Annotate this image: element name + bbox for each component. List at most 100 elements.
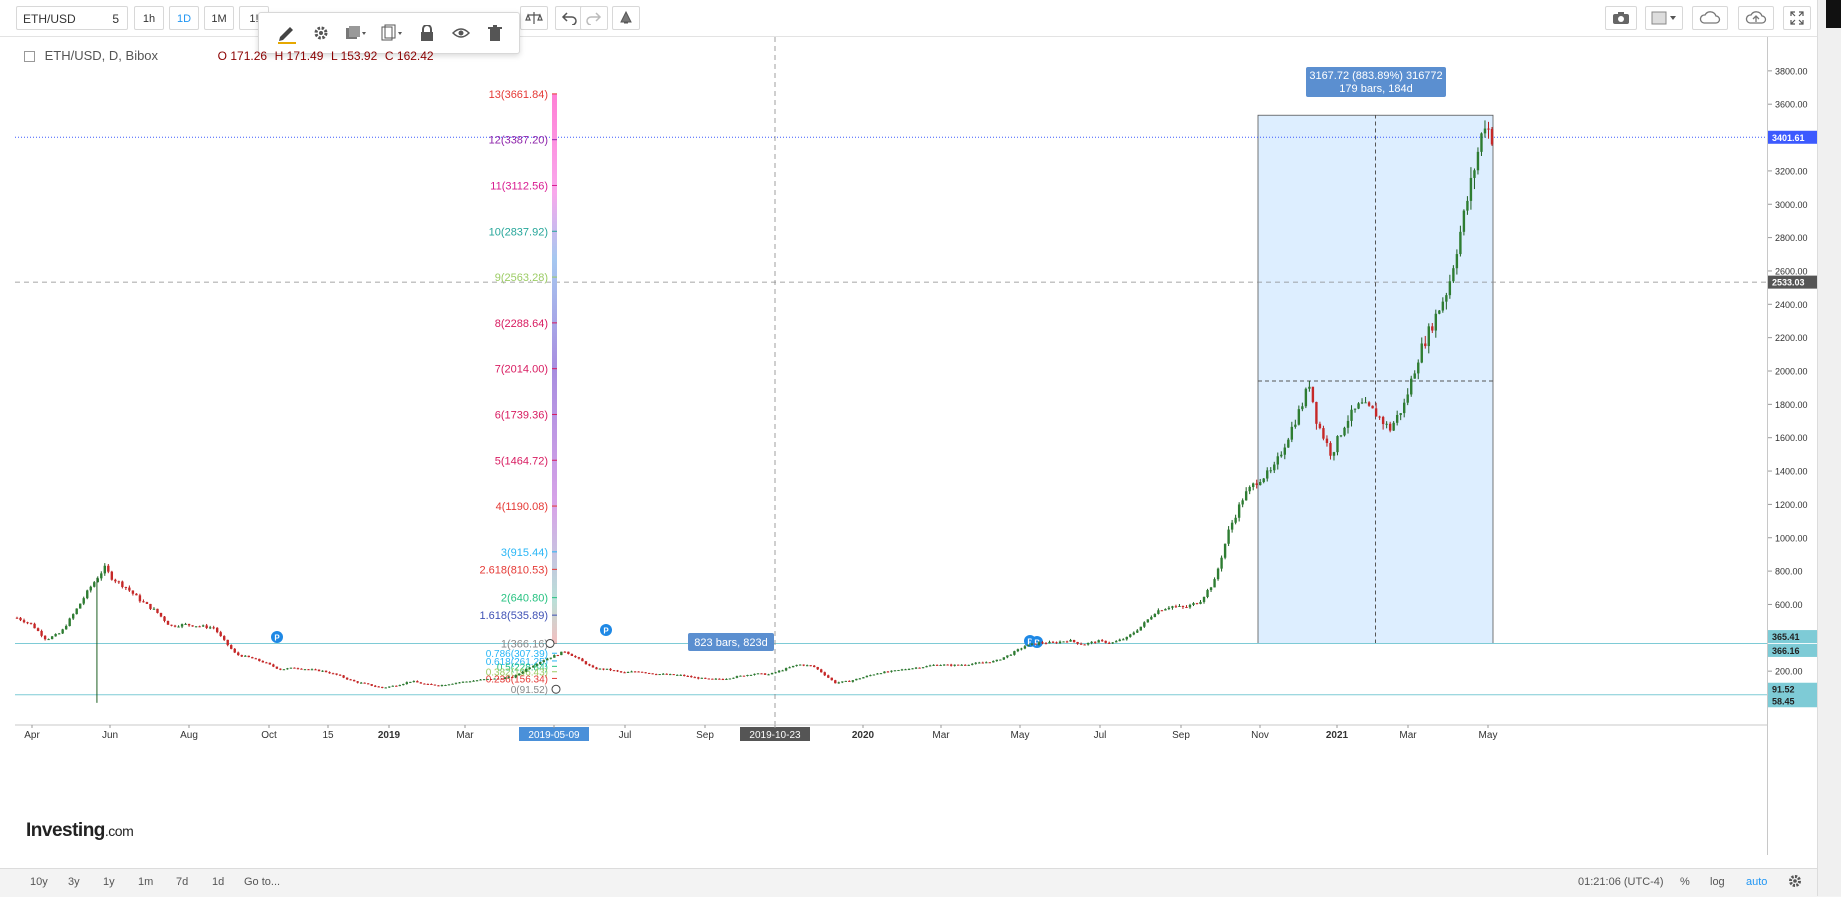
candle-body (798, 664, 802, 666)
candle-body (447, 684, 451, 686)
cloud-load-icon[interactable] (1692, 6, 1728, 30)
fib-handle-top (545, 638, 555, 648)
candle-body (619, 671, 623, 673)
candle-body (440, 685, 444, 687)
candle-body (616, 670, 619, 672)
fib-level-label: 9(2563.28) (495, 272, 548, 284)
range-1m[interactable]: 1m (138, 876, 153, 888)
candle-body (286, 668, 289, 670)
y-axis-label: 600.00 (1775, 600, 1803, 610)
candle-body (1202, 596, 1206, 602)
candle-body (813, 665, 816, 668)
interval-1m-button[interactable]: 1M (204, 6, 234, 30)
settings-icon[interactable] (1787, 873, 1803, 892)
candle-body (233, 648, 236, 653)
candle-body (1269, 470, 1272, 472)
candle-body (1266, 470, 1269, 479)
candle-body (194, 626, 198, 628)
candle-body (1188, 604, 1192, 608)
candle-body (770, 672, 774, 675)
fib-level-label: 12(3387.20) (489, 135, 548, 147)
chart-style-icon[interactable] (1645, 6, 1683, 30)
candle-body (359, 682, 363, 684)
compare-icon[interactable] (520, 6, 548, 30)
candle-body (510, 676, 514, 678)
fullscreen-icon[interactable] (1783, 6, 1811, 30)
candle-body (416, 681, 419, 683)
goto-button[interactable]: Go to... (244, 876, 280, 888)
candle-body (71, 614, 75, 619)
y-axis-label: 200.00 (1775, 667, 1803, 677)
interval-1d-button[interactable]: 1D (169, 6, 199, 30)
candle-body (381, 686, 384, 688)
candle-body (525, 668, 528, 672)
candle-body (1216, 568, 1220, 580)
candle-body (1304, 388, 1308, 407)
screenshot-icon[interactable] (1605, 6, 1637, 30)
alert-icon[interactable] (612, 6, 640, 30)
candle-body (377, 686, 380, 688)
candle-body (1178, 605, 1181, 607)
candle-body (816, 667, 819, 670)
candle-body (978, 662, 981, 664)
candle-body (489, 678, 493, 680)
candle-body (1167, 607, 1171, 609)
candle-body (1410, 378, 1413, 395)
candle-body (514, 675, 517, 678)
candle-body (1171, 606, 1174, 608)
range-1y[interactable]: 1y (103, 876, 115, 888)
candle-body (1462, 210, 1466, 232)
candle-body (728, 678, 732, 680)
log-toggle[interactable]: log (1710, 876, 1725, 888)
candle-body (588, 664, 591, 666)
candle-body (1072, 639, 1076, 642)
candle-body (521, 671, 524, 674)
candle-body (574, 655, 577, 658)
candle-body (215, 627, 219, 633)
candle-body (686, 675, 689, 677)
candle-body (953, 664, 956, 666)
cloud-save-icon[interactable] (1738, 6, 1774, 30)
candle-body (321, 670, 324, 672)
candle-body (971, 663, 974, 665)
candle-body (61, 629, 64, 634)
undo-icon[interactable] (555, 6, 583, 30)
price-axis[interactable]: 200.00400.00600.00800.001000.001200.0014… (1767, 37, 1818, 855)
candle-body (1244, 491, 1248, 501)
candle-body (307, 669, 310, 671)
candle-body (1490, 128, 1494, 145)
candle-body (205, 625, 208, 628)
candle-body (223, 636, 226, 640)
candle-body (949, 664, 953, 666)
auto-toggle[interactable]: auto (1746, 876, 1767, 888)
fib-level-label: 2(640.80) (501, 593, 548, 605)
y-axis-label: 1800.00 (1775, 400, 1808, 410)
pivot-marker-letter: P (274, 634, 280, 643)
range-10y[interactable]: 10y (30, 876, 48, 888)
candle-body (837, 682, 840, 684)
candle-body (1466, 200, 1469, 211)
price-chart[interactable]: 3167.72 (883.89%) 316772179 bars, 184d 13… (15, 37, 1767, 855)
candle-body (942, 664, 946, 666)
candle-body (995, 659, 999, 661)
candle-body (1388, 423, 1392, 431)
candle-body (1385, 423, 1388, 425)
percent-toggle[interactable]: % (1680, 876, 1690, 888)
symbol-search-input[interactable]: ETH/USD 5 (16, 6, 128, 30)
candle-body (1371, 405, 1374, 409)
interval-1h-button[interactable]: 1h (134, 6, 164, 30)
candle-body (1051, 641, 1055, 643)
range-7d[interactable]: 7d (176, 876, 188, 888)
x-axis-label: Jul (1094, 730, 1107, 741)
candle-body (279, 668, 282, 670)
candle-body (749, 674, 753, 676)
candle-body (201, 625, 205, 627)
fib-level-label: 10(2837.92) (489, 226, 548, 238)
redo-icon[interactable] (580, 6, 608, 30)
candle-body (1367, 402, 1371, 406)
range-3y[interactable]: 3y (68, 876, 80, 888)
range-1d[interactable]: 1d (212, 876, 224, 888)
candle-body (1364, 402, 1367, 404)
candle-body (1006, 655, 1009, 658)
candle-body (1093, 641, 1097, 643)
